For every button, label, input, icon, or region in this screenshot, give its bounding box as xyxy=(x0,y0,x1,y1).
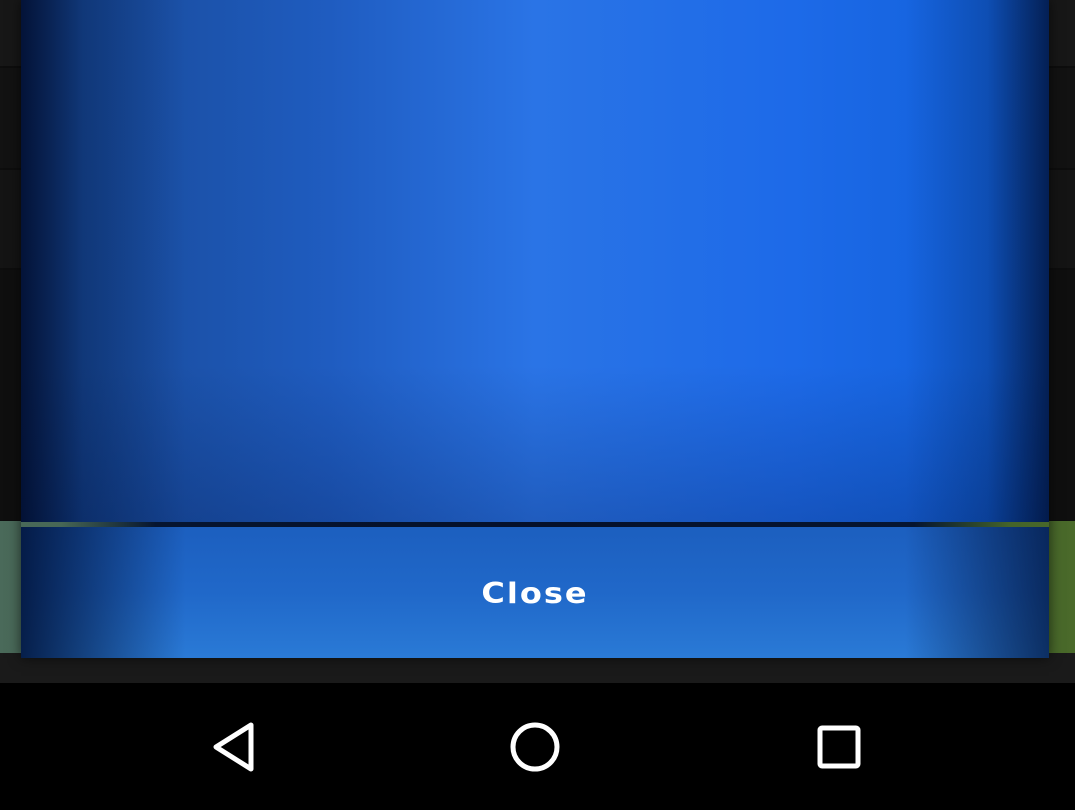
dialog-content xyxy=(21,0,1049,522)
navigation-bar xyxy=(0,683,1075,810)
home-button[interactable] xyxy=(505,717,565,777)
home-circle-icon xyxy=(510,722,560,772)
close-button[interactable]: Close xyxy=(21,527,1049,658)
close-button-label: Close xyxy=(481,575,589,610)
recents-square-icon xyxy=(817,725,861,769)
back-triangle-icon xyxy=(213,722,254,772)
recents-button[interactable] xyxy=(809,717,869,777)
screen: Close xyxy=(0,0,1075,810)
modal-dialog: Close xyxy=(21,0,1049,658)
back-button[interactable] xyxy=(203,717,263,777)
dialog-footer: Close xyxy=(21,527,1049,658)
